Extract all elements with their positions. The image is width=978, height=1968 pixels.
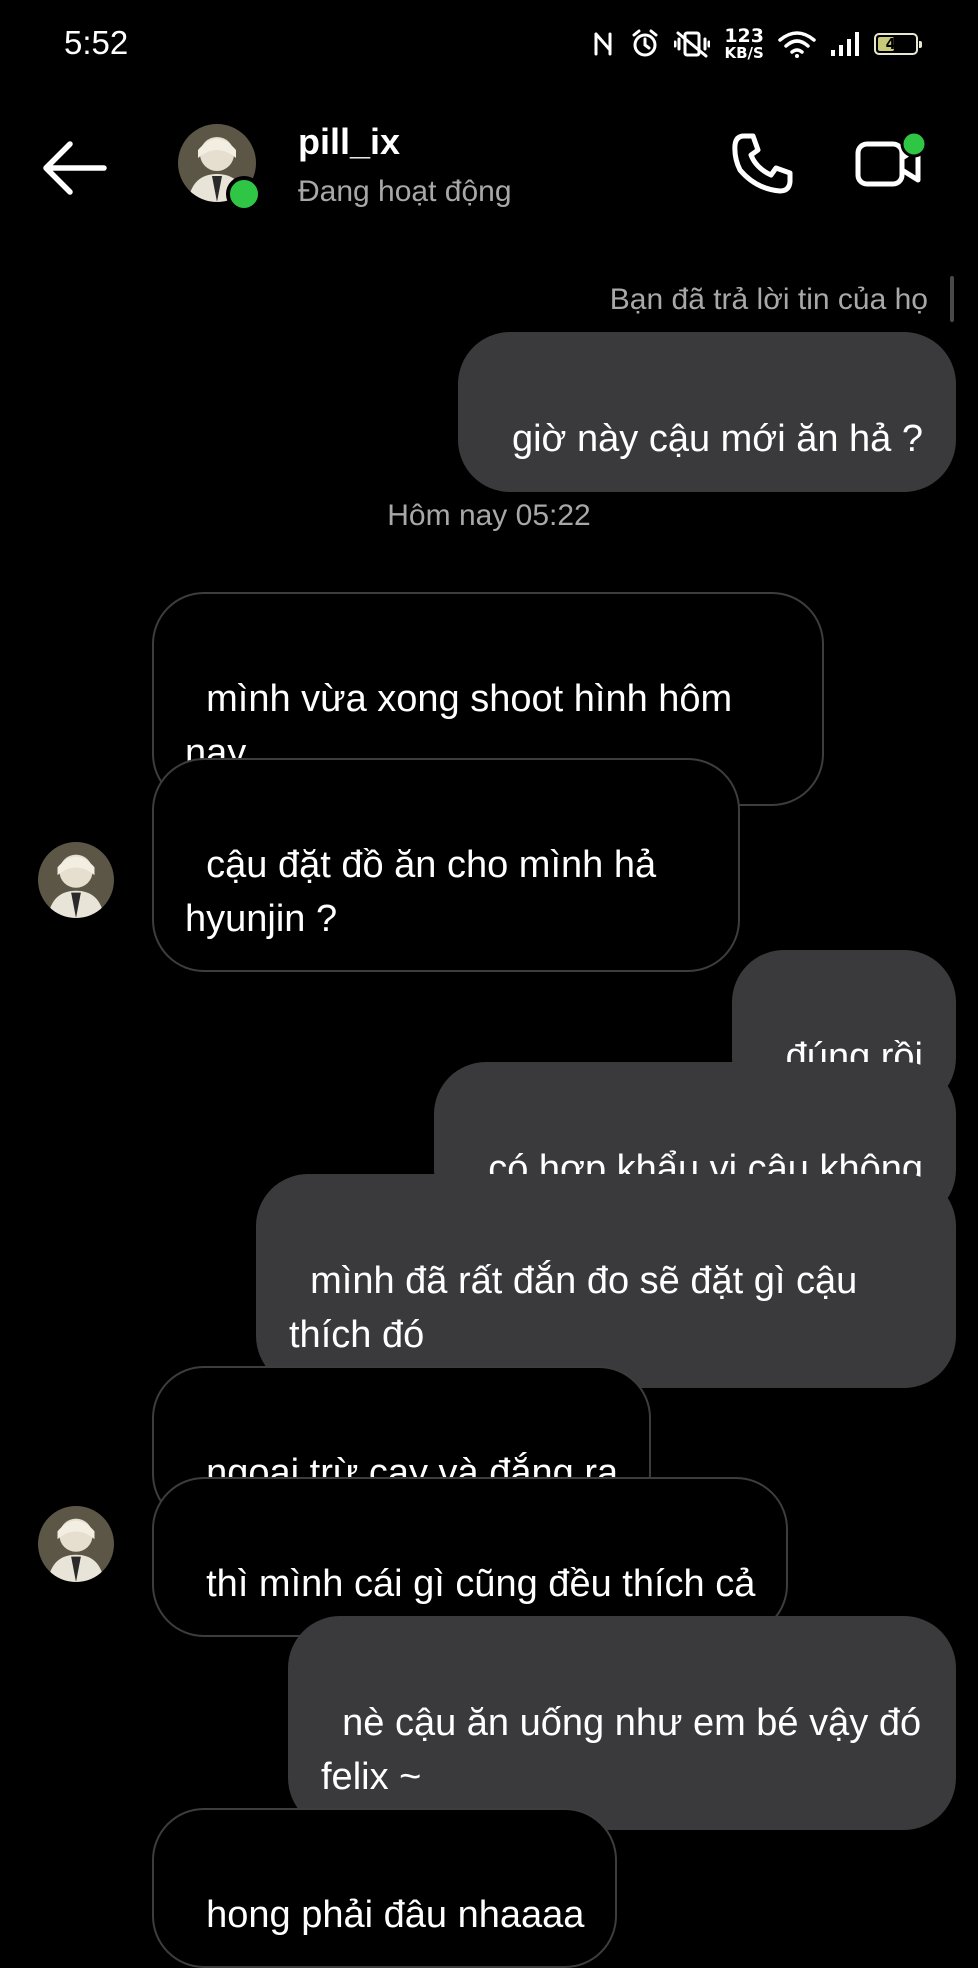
online-status-dot — [226, 176, 262, 212]
message-bubble-outgoing[interactable]: giờ này cậu mới ăn hả ? — [457, 332, 956, 492]
status-icons: 123 KB/S 42 — [592, 24, 922, 64]
date-separator: Hôm nay 05:22 — [387, 499, 591, 532]
wifi-icon — [778, 31, 816, 58]
status-time: 5:52 — [64, 24, 129, 61]
message-text: mình đã rất đắn đo sẽ đặt gì cậu thích đ… — [289, 1260, 868, 1356]
message-text: nè cậu ăn uống như em bé vậy đó felix ~ — [321, 1702, 932, 1798]
avatar-image — [38, 842, 114, 918]
battery-level: 42 — [885, 35, 907, 53]
nfc-icon — [594, 32, 612, 56]
message-text: giờ này cậu mới ăn hả ? — [511, 418, 923, 460]
message-text: hong phải đâu nhaaaa — [206, 1894, 585, 1936]
message-bubble-incoming[interactable]: cậu đặt đồ ăn cho mình hả hyunjin ? — [152, 758, 740, 972]
net-speed: 123 KB/S — [724, 27, 764, 61]
message-bubble-outgoing[interactable]: nè cậu ăn uống như em bé vậy đó felix ~ — [288, 1616, 956, 1830]
reply-note: Bạn đã trả lời tin của họ — [609, 283, 928, 316]
alarm-icon — [632, 29, 658, 57]
chat-username[interactable]: pill_ix — [298, 120, 400, 164]
message-bubble-incoming[interactable]: thì mình cái gì cũng đều thích cả — [152, 1477, 789, 1637]
reply-indicator-bar — [950, 276, 954, 322]
active-status: Đang hoạt động — [298, 175, 512, 208]
avatar-image — [38, 1506, 114, 1582]
message-bubble-incoming[interactable]: hong phải đâu nhaaaa — [152, 1808, 618, 1968]
sender-avatar[interactable] — [38, 1506, 114, 1582]
back-arrow-icon[interactable] — [38, 130, 114, 206]
sender-avatar[interactable] — [38, 842, 114, 918]
battery-icon: 42 — [874, 33, 922, 55]
message-bubble-outgoing[interactable]: mình đã rất đắn đo sẽ đặt gì cậu thích đ… — [256, 1174, 956, 1388]
signal-icon — [831, 32, 859, 56]
phone-icon[interactable] — [726, 128, 798, 200]
video-call-icon[interactable] — [852, 128, 932, 200]
message-text: cậu đặt đồ ăn cho mình hả hyunjin ? — [185, 844, 667, 940]
vibrate-icon — [674, 31, 711, 58]
net-speed-unit: KB/S — [724, 44, 764, 62]
message-text: thì mình cái gì cũng đều thích cả — [206, 1563, 756, 1605]
